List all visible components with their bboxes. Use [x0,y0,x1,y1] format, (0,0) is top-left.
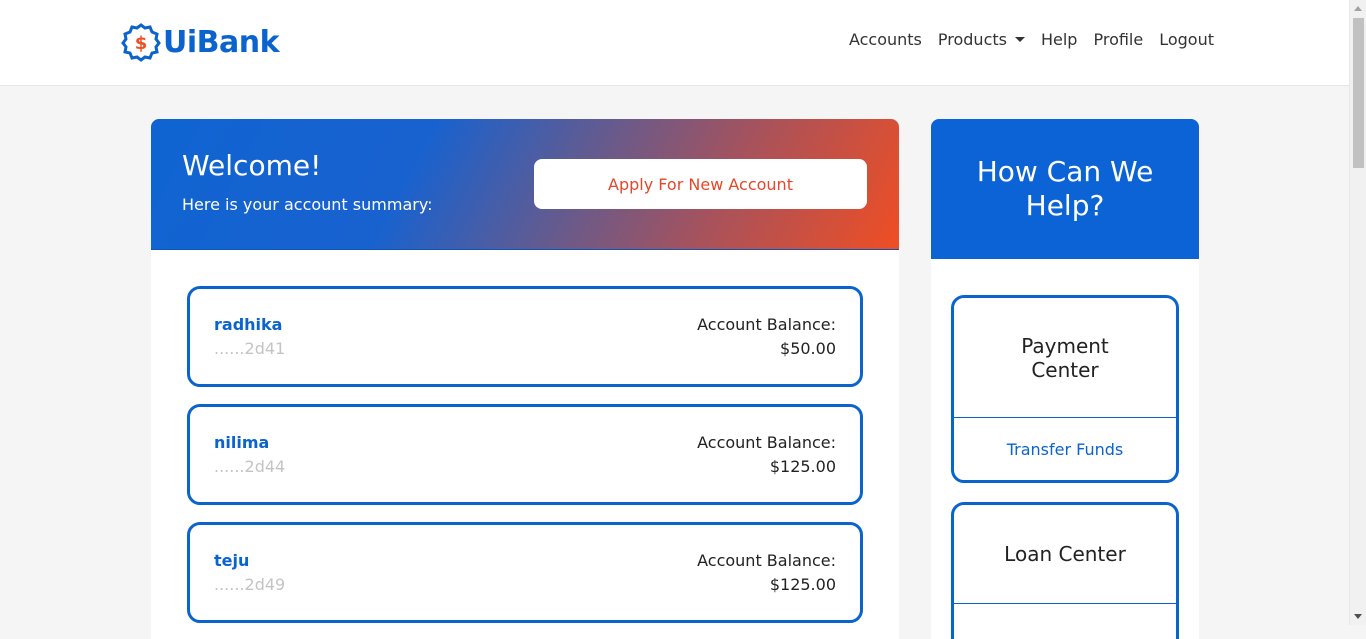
account-balance-label: Account Balance: [697,433,836,452]
account-name: teju [214,551,250,570]
loan-center-title: Loan Center [954,505,1176,604]
account-balance-label: Account Balance: [697,551,836,570]
dollar-gear-icon: $ [121,23,161,62]
brand-logo-link[interactable]: $ UiBank [121,22,280,62]
account-card[interactable]: radhika ......2d41 Account Balance: $50.… [187,286,863,387]
account-name: radhika [214,315,283,334]
caret-down-icon [1014,37,1025,42]
svg-text:$: $ [135,33,148,54]
account-balance-value: $125.00 [769,457,836,476]
top-navbar: $ UiBank Accounts Products Help Profile … [0,0,1349,86]
nav-help[interactable]: Help [1033,30,1085,49]
help-header: How Can We Help? [931,119,1199,259]
account-number: ......2d49 [214,575,286,594]
payment-center-card: Payment Center Transfer Funds [951,295,1179,483]
account-name: nilima [214,433,270,452]
brand-name: UiBank [163,24,280,60]
account-number: ......2d44 [214,457,286,476]
nav-accounts[interactable]: Accounts [841,30,930,49]
account-balance-value: $125.00 [769,575,836,594]
account-balance-label: Account Balance: [697,315,836,334]
loan-center-link[interactable] [954,604,1176,639]
page-scrollbar[interactable] [1349,0,1366,625]
account-card[interactable]: teju ......2d49 Account Balance: $125.00 [187,522,863,623]
help-title: How Can We Help? [976,155,1154,222]
welcome-banner: Welcome! Here is your account summary: A… [151,119,899,250]
nav-products-label: Products [937,30,1007,49]
scrollbar-thumb[interactable] [1353,18,1364,168]
nav-menu: Accounts Products Help Profile Logout [841,30,1222,49]
scroll-up-arrow-icon[interactable] [1354,6,1362,11]
welcome-subtitle: Here is your account summary: [182,195,433,214]
account-balance-value: $50.00 [780,339,836,358]
loan-center-card: Loan Center [951,502,1179,639]
welcome-title: Welcome! [182,149,322,182]
nav-profile[interactable]: Profile [1085,30,1151,49]
nav-logout[interactable]: Logout [1151,30,1222,49]
account-card[interactable]: nilima ......2d44 Account Balance: $125.… [187,404,863,505]
help-card: How Can We Help? Payment Center Transfer… [931,119,1199,639]
account-summary-card: Welcome! Here is your account summary: A… [151,119,899,639]
nav-products-dropdown[interactable]: Products [930,30,1033,49]
apply-new-account-button[interactable]: Apply For New Account [534,159,867,209]
payment-center-title: Payment Center [954,298,1176,418]
scroll-down-arrow-icon[interactable] [1354,614,1362,619]
transfer-funds-link[interactable]: Transfer Funds [954,418,1176,480]
account-number: ......2d41 [214,339,286,358]
